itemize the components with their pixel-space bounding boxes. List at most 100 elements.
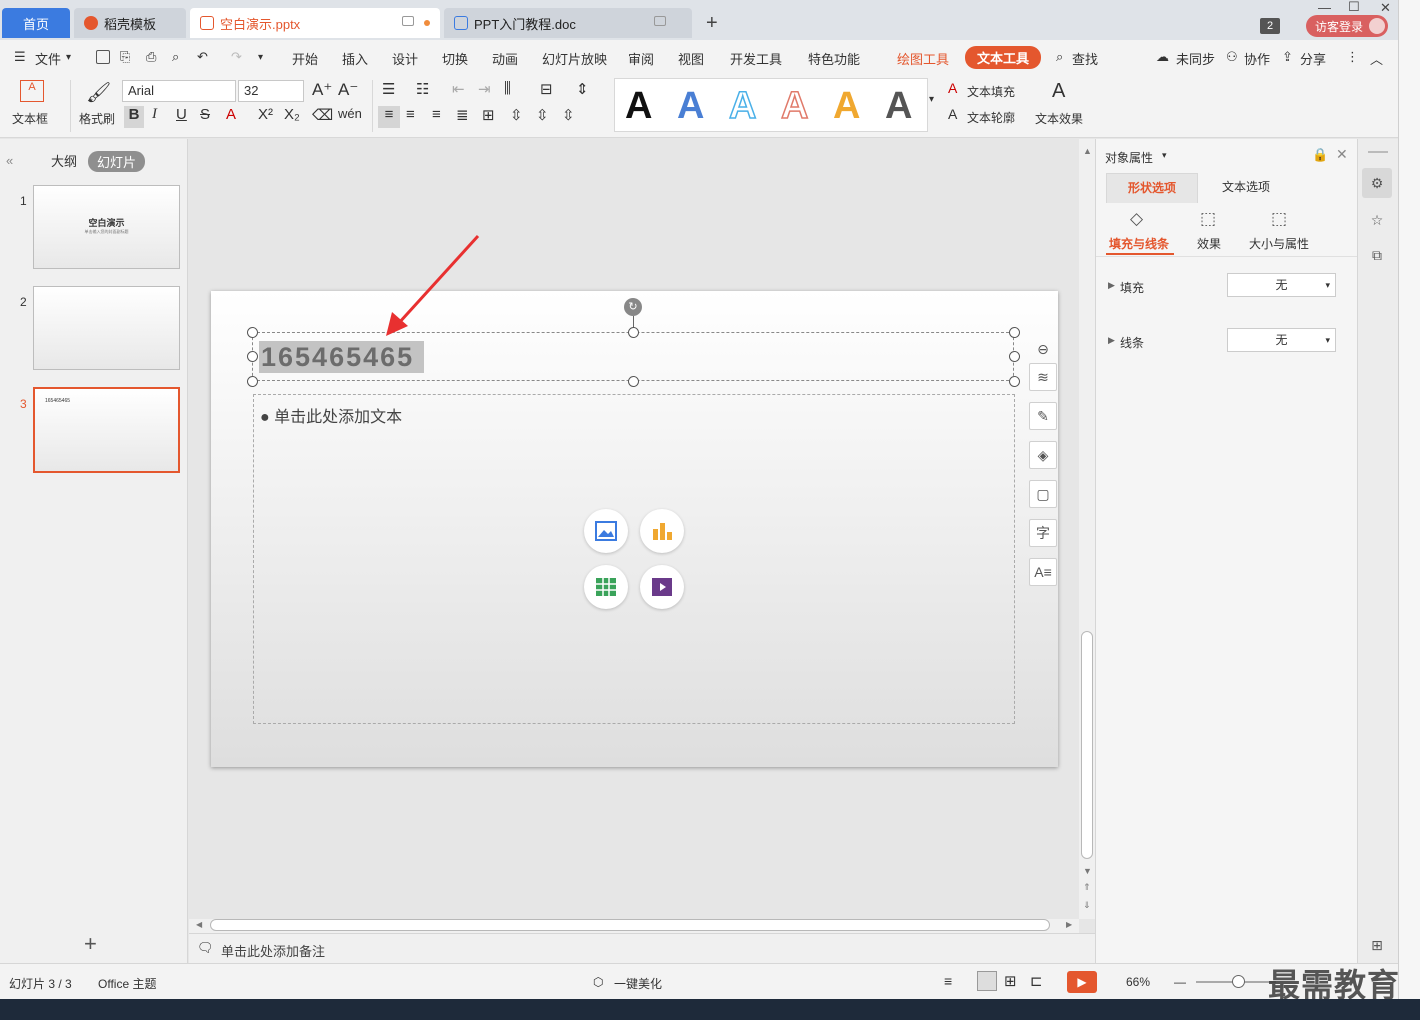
content-placeholder[interactable]: ● 单击此处添加文本 <box>260 403 402 427</box>
numbered-list-icon[interactable]: ☷ <box>416 80 429 98</box>
play-slideshow-button[interactable]: ▶ <box>1067 971 1097 993</box>
menu-start[interactable]: 开始 <box>292 49 318 68</box>
fill-line-icon[interactable]: ◇ <box>1130 209 1143 229</box>
bullet-list-icon[interactable]: ☰ <box>382 80 395 98</box>
wordart-style-gray[interactable]: A <box>885 85 912 128</box>
search-label[interactable]: 查找 <box>1072 49 1098 68</box>
tab-slides[interactable]: 幻灯片 <box>88 151 146 172</box>
text-fill-icon[interactable]: A <box>948 80 957 96</box>
content-placeholder-box[interactable] <box>253 394 1015 724</box>
wordart-style-red-outline[interactable]: A <box>780 84 809 128</box>
columns-icon[interactable]: ⫼ <box>504 80 511 97</box>
slide-thumbnail-1[interactable]: 空白演示 单击输入您的封面副标题 <box>33 185 180 269</box>
preview-icon[interactable]: ⌕ <box>172 49 179 65</box>
zoom-out-icon[interactable]: — <box>1174 975 1186 989</box>
scroll-left-icon[interactable]: ◀ <box>196 920 202 929</box>
text-align-icon[interactable]: A≡ <box>1029 558 1057 586</box>
insert-chart-icon[interactable] <box>640 509 684 553</box>
sub-size[interactable]: 大小与属性 <box>1249 235 1309 252</box>
sub-effect[interactable]: 效果 <box>1197 235 1221 252</box>
slide-title-text[interactable]: 165465465 <box>259 341 425 373</box>
text-fill-label[interactable]: 文本填充 <box>967 83 1015 100</box>
text-effect-icon[interactable]: A <box>1052 80 1065 103</box>
font-shrink-icon[interactable]: A⁻ <box>338 80 358 100</box>
search-icon[interactable]: ⌕ <box>1056 49 1063 65</box>
visitor-login-button[interactable]: 访客登录 <box>1306 15 1388 37</box>
properties-settings-icon[interactable]: ⚙ <box>1362 168 1392 198</box>
normal-view-icon[interactable] <box>977 971 997 991</box>
effect-icon[interactable]: ⬚ <box>1200 209 1216 229</box>
font-color-icon[interactable]: A <box>226 106 236 123</box>
underline-button[interactable]: U <box>176 106 187 123</box>
slide-thumbnail-3[interactable]: 165465465 <box>33 387 180 473</box>
vertical-scroll-thumb[interactable] <box>1081 631 1093 859</box>
zoom-level[interactable]: 66% <box>1126 975 1150 989</box>
monitor-icon[interactable] <box>654 16 666 26</box>
para-spacing-icon[interactable]: ⇳ <box>510 106 523 124</box>
italic-button[interactable]: I <box>152 106 157 123</box>
beautify-icon[interactable]: ⬡ <box>593 975 603 989</box>
maximize-icon[interactable]: ☐ <box>1348 0 1360 15</box>
sub-fill-line[interactable]: 填充与线条 <box>1109 235 1169 252</box>
pane-header-chevron-icon[interactable]: ▾ <box>1162 150 1167 161</box>
menu-file[interactable]: 文件 <box>35 49 61 68</box>
menu-animation[interactable]: 动画 <box>492 49 518 68</box>
font-grow-icon[interactable]: A⁺ <box>312 80 332 100</box>
menu-text-tools[interactable]: 文本工具 <box>965 46 1042 69</box>
insert-video-icon[interactable] <box>640 565 684 609</box>
wordart-more-icon[interactable]: ▾ <box>929 94 934 105</box>
window-count-badge[interactable]: 2 <box>1260 18 1280 34</box>
sorter-view-icon[interactable]: ⊞ <box>1004 972 1017 990</box>
menu-view[interactable]: 视图 <box>678 49 704 68</box>
undo-icon[interactable]: ↶ <box>197 49 208 65</box>
resize-handle-sw[interactable] <box>247 376 258 387</box>
line-spacing-icon[interactable]: ⇕ <box>576 80 589 98</box>
horizontal-scroll-thumb[interactable] <box>210 919 1050 931</box>
fill-label[interactable]: 填充 <box>1120 279 1144 296</box>
text-outline-icon[interactable]: A <box>948 106 957 122</box>
menu-developer[interactable]: 开发工具 <box>730 49 782 68</box>
para-settings-icon[interactable]: ⇳ <box>562 106 575 124</box>
minimize-icon[interactable]: — <box>1318 0 1331 15</box>
pane-close-icon[interactable]: ✕ <box>1336 146 1348 163</box>
scroll-down-icon[interactable]: ▼ <box>1083 866 1092 876</box>
customize-chevron-icon[interactable]: ▾ <box>258 52 263 63</box>
resize-handle-e[interactable] <box>1009 351 1020 362</box>
text-direction-icon[interactable]: ⊟ <box>540 80 553 98</box>
resize-handle-ne[interactable] <box>1009 327 1020 338</box>
menu-insert[interactable]: 插入 <box>342 49 368 68</box>
distribute-button[interactable]: ⊞ <box>482 106 495 124</box>
line-dropdown[interactable]: 无 ▾ <box>1227 328 1336 352</box>
layers-icon[interactable]: ≋ <box>1029 363 1057 391</box>
slide-thumbnail-2[interactable] <box>33 286 180 370</box>
menu-review[interactable]: 审阅 <box>628 49 654 68</box>
next-slide-icon[interactable]: ⇓ <box>1083 900 1091 911</box>
tab-home[interactable]: 首页 <box>2 8 70 38</box>
expand-line-icon[interactable]: ▶ <box>1108 335 1115 346</box>
export-icon[interactable]: ⎘ <box>120 49 130 65</box>
resize-handle-w[interactable] <box>247 351 258 362</box>
scroll-right-icon[interactable]: ▶ <box>1066 920 1072 929</box>
wordart-style-orange[interactable]: A <box>833 85 860 128</box>
eraser-icon[interactable]: ⌫ <box>312 106 333 124</box>
zoom-slider-thumb[interactable] <box>1232 975 1245 988</box>
print-icon[interactable]: ⎙ <box>146 49 156 65</box>
resize-handle-s[interactable] <box>628 376 639 387</box>
insert-table-icon[interactable] <box>584 565 628 609</box>
collapse-minus-icon[interactable]: ⊖ <box>1029 335 1057 363</box>
format-painter-label[interactable]: 格式刷 <box>79 110 115 127</box>
format-painter-icon[interactable]: 🖌 <box>86 80 111 105</box>
expand-fill-icon[interactable]: ▶ <box>1108 280 1115 291</box>
text-effect-label[interactable]: 文本效果 <box>1035 110 1083 127</box>
notes-area[interactable]: 🗨 单击此处添加备注 <box>189 933 1095 963</box>
menu-transition[interactable]: 切换 <box>442 49 468 68</box>
text-char-icon[interactable]: 字 <box>1029 519 1057 547</box>
reading-view-icon[interactable]: ⊏ <box>1030 972 1043 990</box>
collab-label[interactable]: 协作 <box>1244 49 1270 68</box>
tab-text-options[interactable]: 文本选项 <box>1200 173 1292 203</box>
superscript-icon[interactable]: X² <box>258 106 273 123</box>
add-slide-button[interactable]: + <box>84 931 97 957</box>
notes-placeholder[interactable]: 单击此处添加备注 <box>221 941 325 960</box>
pane-header[interactable]: 对象属性 <box>1105 149 1153 166</box>
save-icon[interactable] <box>96 50 110 64</box>
